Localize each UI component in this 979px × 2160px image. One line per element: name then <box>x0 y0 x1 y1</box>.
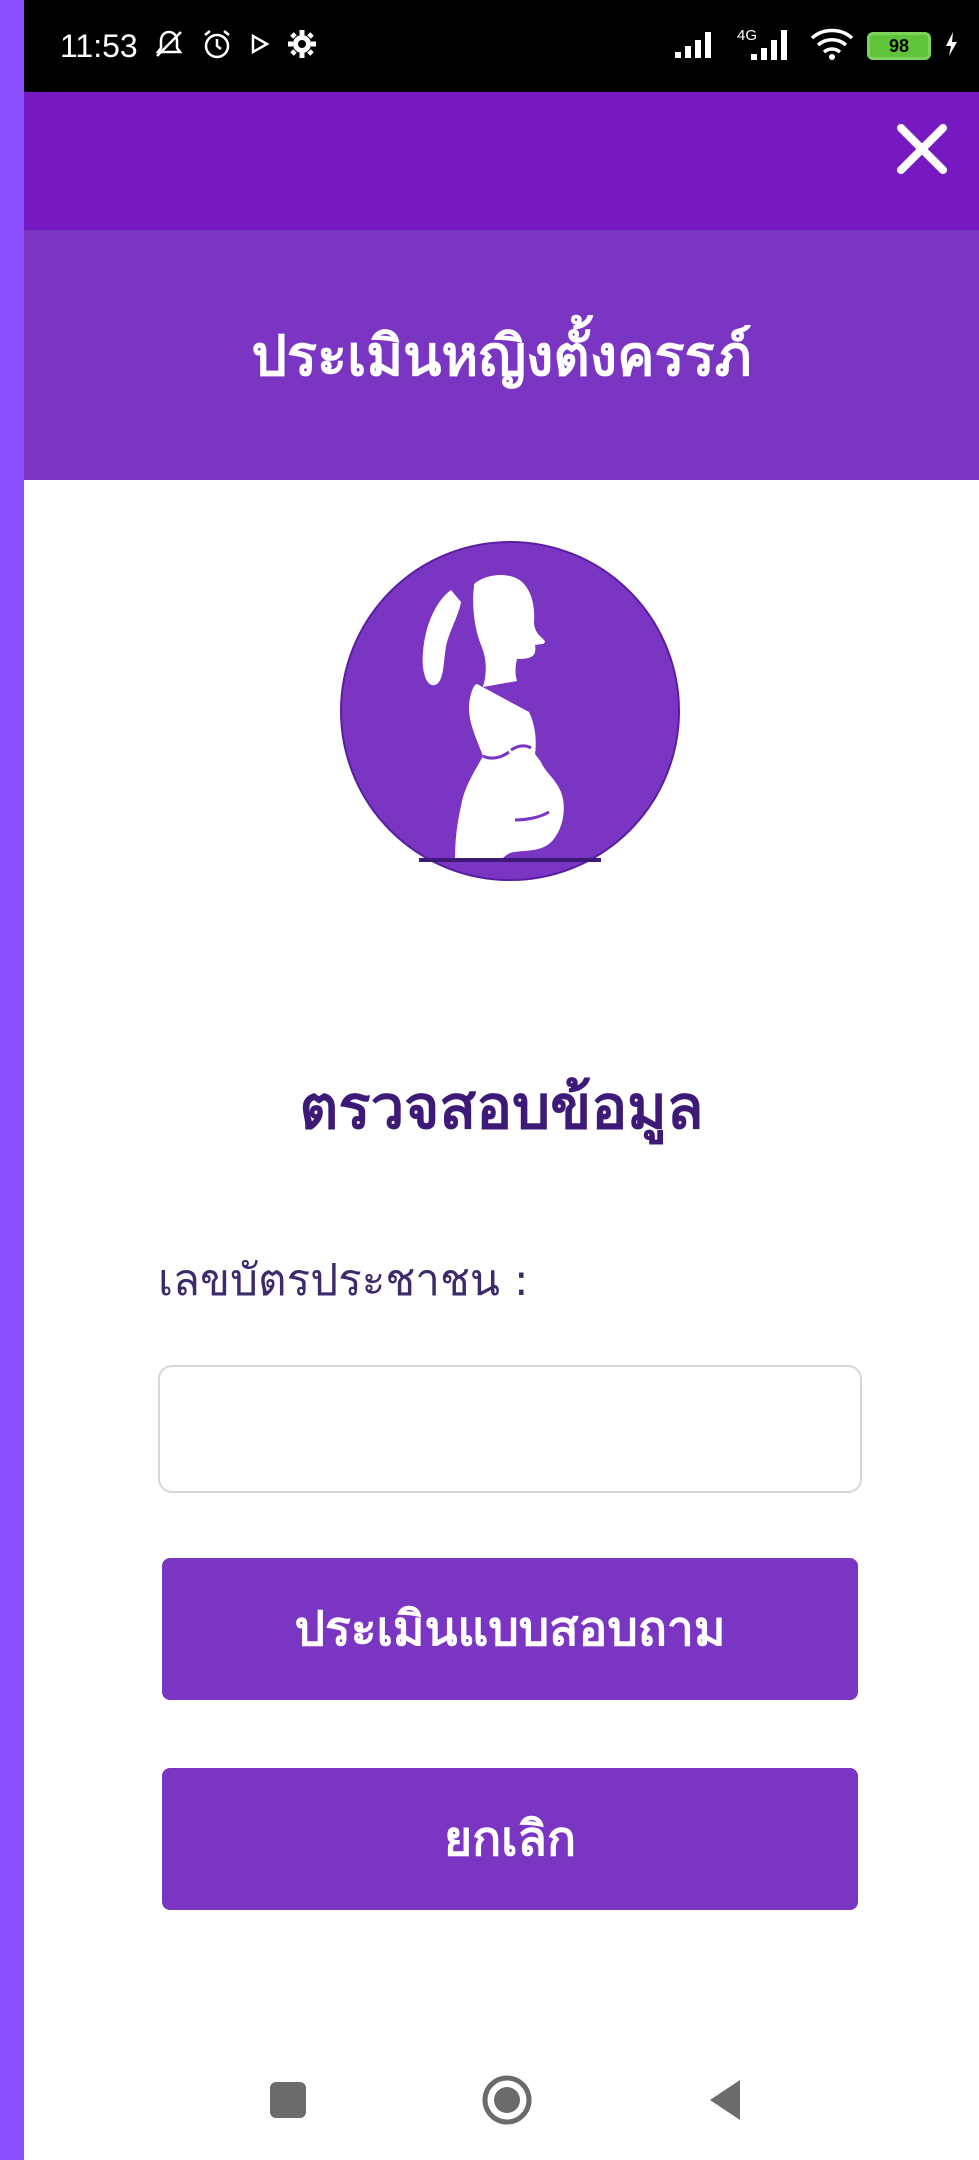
notifications-off-icon <box>152 27 186 65</box>
play-icon <box>248 30 272 62</box>
wifi-icon <box>809 26 855 66</box>
home-button[interactable] <box>477 2070 537 2130</box>
status-bar: 11:53 4G 98 <box>24 0 979 92</box>
battery-icon: 98 <box>867 32 931 60</box>
cancel-button[interactable]: ยกเลิก <box>162 1768 858 1910</box>
alarm-icon <box>200 27 234 65</box>
back-button[interactable] <box>696 2070 756 2130</box>
left-edge-strip <box>0 0 24 2160</box>
page-title: ประเมินหญิงตั้งครรภ์ <box>251 323 752 389</box>
avatar <box>339 540 681 882</box>
signal-icon <box>673 28 719 64</box>
system-nav-bar <box>24 2040 979 2160</box>
pregnant-woman-icon <box>340 541 680 881</box>
settings-icon <box>286 28 318 64</box>
id-card-input[interactable] <box>158 1365 862 1493</box>
network-type-label: 4G <box>737 27 757 44</box>
close-icon <box>897 124 947 174</box>
recents-button[interactable] <box>258 2070 318 2130</box>
back-icon <box>710 2080 740 2120</box>
status-time: 11:53 <box>60 27 138 64</box>
section-title: ตรวจสอบข้อมูล <box>299 1073 704 1143</box>
signal-4g-icon: 4G <box>731 24 797 68</box>
charging-icon <box>943 30 959 62</box>
assess-questionnaire-button[interactable]: ประเมินแบบสอบถาม <box>162 1558 858 1700</box>
app-bar <box>24 92 979 230</box>
title-band: ประเมินหญิงตั้งครรภ์ <box>24 230 979 480</box>
recents-icon <box>270 2082 306 2118</box>
close-button[interactable] <box>887 114 957 184</box>
id-card-label: เลขบัตรประชาชน : <box>158 1255 529 1306</box>
home-icon <box>482 2075 532 2125</box>
